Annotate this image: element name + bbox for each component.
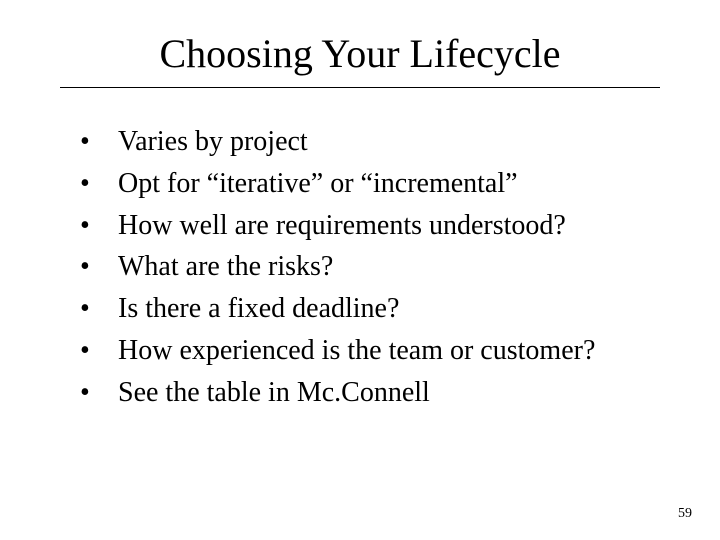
slide: Choosing Your Lifecycle Varies by projec…	[0, 0, 720, 540]
list-item: What are the risks?	[80, 248, 670, 286]
bullet-list: Varies by project Opt for “iterative” or…	[50, 123, 670, 412]
slide-title: Choosing Your Lifecycle	[60, 30, 660, 88]
list-item: How experienced is the team or customer?	[80, 332, 670, 370]
list-item: Varies by project	[80, 123, 670, 161]
page-number: 59	[678, 506, 692, 522]
list-item: Opt for “iterative” or “incremental”	[80, 165, 670, 203]
list-item: See the table in Mc.Connell	[80, 374, 670, 412]
list-item: How well are requirements understood?	[80, 207, 670, 245]
list-item: Is there a fixed deadline?	[80, 290, 670, 328]
